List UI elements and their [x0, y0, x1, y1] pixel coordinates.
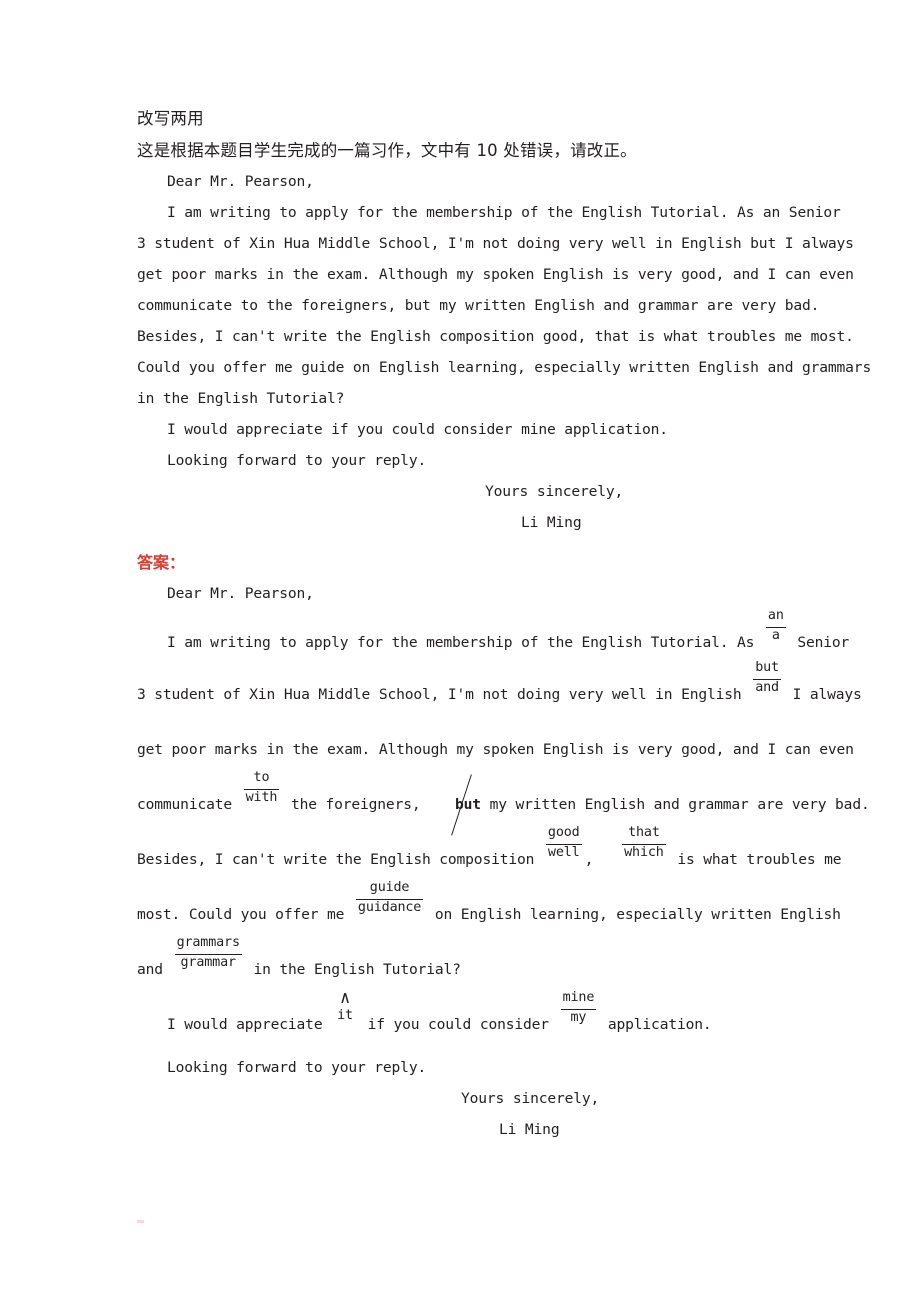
correction-wrong: mine [562, 989, 595, 1005]
answer-line-5-text-a: Besides, I can't write the English compo… [137, 851, 535, 868]
answer-line-7-text-a: and [137, 961, 163, 978]
original-body-line-6: Could you offer me guide on English lear… [137, 359, 872, 376]
deletion-but: but [455, 777, 481, 832]
answer-line-1-text-b: Senior [797, 634, 850, 651]
original-body-line-7: in the English Tutorial? [137, 390, 345, 407]
original-closing-line-2: Looking forward to your reply. [167, 452, 427, 469]
correction-wrong: good [547, 824, 580, 840]
correction-mine-my: mine my [560, 990, 597, 1034]
answer-line-9: Looking forward to your reply. [167, 1059, 427, 1076]
answer-line-7: and grammars grammar in the English Tuto… [137, 935, 785, 997]
original-body-line-3: get poor marks in the exam. Although my … [137, 266, 854, 283]
original-signature: Li Ming [521, 514, 582, 531]
correction-wrong: guide [369, 879, 410, 895]
correction-an-a: an a [765, 608, 786, 652]
document-content: 改写两用 这是根据本题目学生完成的一篇习作，文中有 10 处错误，请改正。 De… [137, 103, 872, 1145]
correction-right: well [545, 843, 582, 860]
correction-good-well: good well [545, 825, 582, 869]
answer-line-5: Besides, I can't write the English compo… [137, 825, 842, 887]
answer-line-8-text-c: application. [607, 1016, 712, 1033]
original-closing-line-1: I would appreciate if you could consider… [167, 421, 668, 438]
correction-that-which: that which [622, 825, 666, 869]
answer-line-6-text-b: on English learning, especially written … [434, 906, 841, 923]
answer-line-2-text-a: 3 student of Xin Hua Middle School, I'm … [137, 686, 742, 703]
answer-line-5-text-b: is what troubles me [677, 851, 842, 868]
answer-line-5-comma: , [584, 851, 594, 868]
answer-line-4-text-b: the foreigners, [290, 796, 421, 813]
document-page: 改写两用 这是根据本题目学生完成的一篇习作，文中有 10 处错误，请改正。 De… [0, 0, 920, 1302]
answer-line-8: I would appreciate ∧ it if you could con… [137, 989, 785, 1052]
original-body-line-2: 3 student of Xin Hua Middle School, I'm … [137, 235, 854, 252]
answer-salutation: Dear Mr. Pearson, [167, 585, 314, 602]
correction-right: which [622, 843, 666, 860]
answer-line-2: 3 student of Xin Hua Middle School, I'm … [137, 660, 862, 722]
answer-line-1: I am writing to apply for the membership… [137, 608, 849, 667]
page-title: 改写两用 [137, 109, 204, 128]
answer-signature: Li Ming [499, 1121, 560, 1138]
answer-line-1-text-a: I am writing to apply for the membership… [167, 634, 755, 651]
correction-grammars-grammar: grammars grammar [174, 935, 242, 979]
answer-line-7-text-b: in the English Tutorial? [253, 961, 461, 978]
correction-guide-guidance: guide guidance [355, 880, 424, 924]
correction-but-and: but and [753, 660, 781, 704]
page-speck [137, 1220, 144, 1223]
correction-right: grammar [174, 953, 242, 970]
answer-line-4: communicate to with the foreigners, but … [137, 770, 870, 832]
original-salutation: Dear Mr. Pearson, [167, 173, 314, 190]
answer-line-4-text-a: communicate [137, 796, 232, 813]
answer-label: 答案： [137, 553, 186, 572]
correction-wrong: but [755, 659, 779, 675]
correction-wrong: to [253, 769, 270, 785]
correction-wrong: that [628, 824, 660, 840]
correction-wrong: an [767, 607, 784, 623]
correction-right: and [753, 678, 781, 695]
correction-right: my [560, 1008, 597, 1025]
caret-icon: ∧ [339, 987, 351, 1008]
answer-line-8-text-b: if you could consider [367, 1016, 550, 1033]
original-body-line-1: I am writing to apply for the membership… [167, 204, 841, 221]
answer-sign-off: Yours sincerely, [461, 1090, 600, 1107]
instruction-text: 这是根据本题目学生完成的一篇习作，文中有 10 处错误，请改正。 [137, 141, 637, 160]
answer-line-2-text-b: I always [792, 686, 862, 703]
answer-line-3: get poor marks in the exam. Although my … [137, 741, 854, 758]
correction-right: guidance [355, 898, 424, 915]
original-body-line-5: Besides, I can't write the English compo… [137, 328, 854, 345]
correction-wrong: grammars [176, 934, 240, 950]
answer-line-8-text-a: I would appreciate [167, 1016, 323, 1033]
insertion-word: it [337, 1007, 353, 1023]
answer-line-6-text-a: most. Could you offer me [137, 906, 345, 923]
correction-to-with: to with [243, 770, 280, 814]
correction-right: with [243, 788, 280, 805]
correction-right: a [765, 626, 786, 643]
original-body-line-4: communicate to the foreigners, but my wr… [137, 297, 820, 314]
answer-line-4-text-c: my written English and grammar are very … [489, 796, 870, 813]
original-sign-off: Yours sincerely, [485, 483, 624, 500]
insertion-it: ∧ it [337, 989, 353, 1034]
